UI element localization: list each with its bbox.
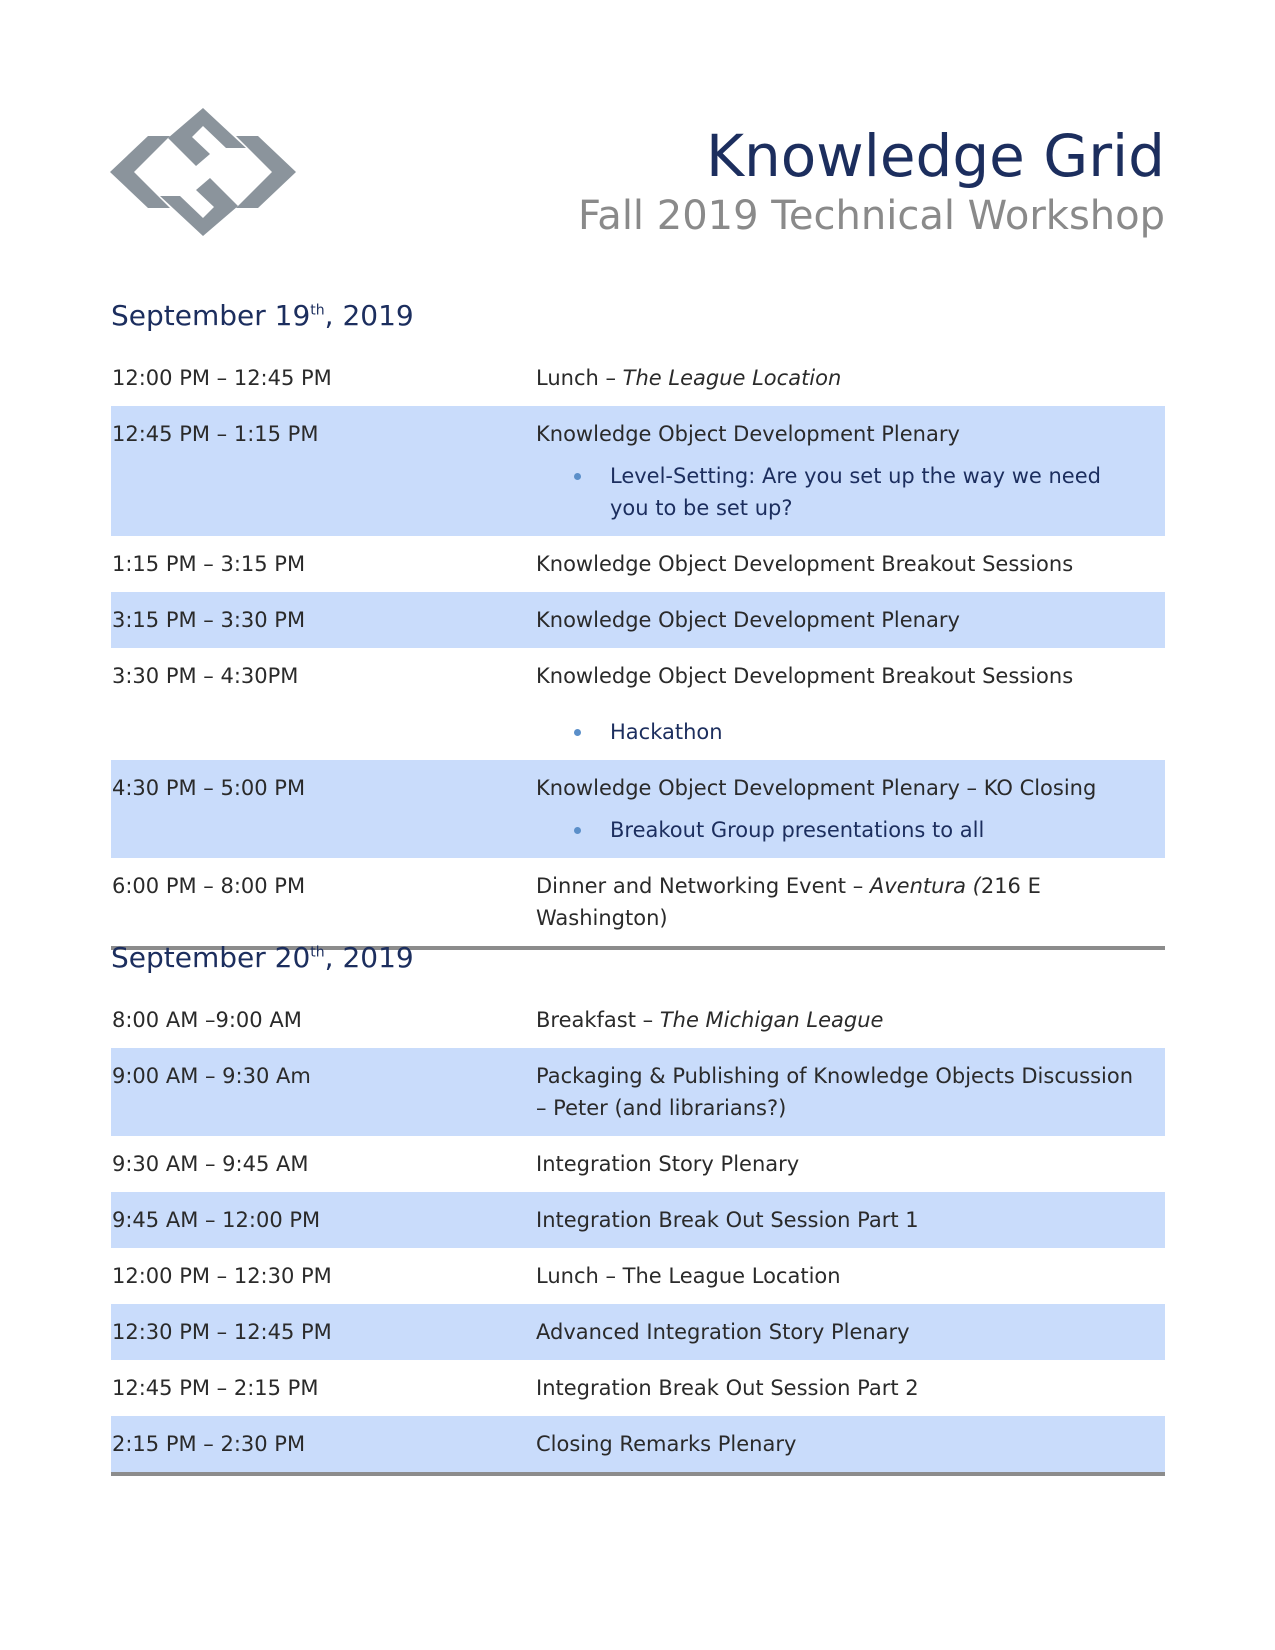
row-event: Dinner and Networking Event – Aventura (… xyxy=(536,870,1165,934)
row-time: 2:15 PM – 2:30 PM xyxy=(112,1432,306,1456)
row-time: 1:15 PM – 3:15 PM xyxy=(112,552,306,576)
event-location: Aventura ( xyxy=(869,874,981,898)
row-time: 6:00 PM – 8:00 PM xyxy=(112,874,306,898)
row-time: 12:45 PM – 2:15 PM xyxy=(112,1376,319,1400)
schedule-row: 12:45 PM – 2:15 PM Integration Break Out… xyxy=(111,1360,1165,1416)
page-subtitle: Fall 2019 Technical Workshop xyxy=(577,193,1165,239)
schedule-row: 9:45 AM – 12:00 PM Integration Break Out… xyxy=(111,1192,1165,1248)
row-event: Integration Break Out Session Part 1 xyxy=(536,1208,919,1232)
row-time: 9:30 AM – 9:45 AM xyxy=(112,1152,309,1176)
schedule-row: 4:30 PM – 5:00 PM Knowledge Object Devel… xyxy=(111,760,1165,858)
row-event: Knowledge Object Development Plenary xyxy=(536,608,960,632)
row-time: 12:00 PM – 12:45 PM xyxy=(112,366,332,390)
schedule-row: 12:00 PM – 12:30 PM Lunch – The League L… xyxy=(111,1248,1165,1304)
event-text: Knowledge Object Development Plenary xyxy=(536,422,960,446)
row-event: Knowledge Object Development Plenary – K… xyxy=(536,772,1165,846)
schedule-row: 2:15 PM – 2:30 PM Closing Remarks Plenar… xyxy=(111,1416,1165,1472)
schedule-row: 9:00 AM – 9:30 Am Packaging & Publishing… xyxy=(111,1048,1165,1136)
schedule-row: 12:45 PM – 1:15 PM Knowledge Object Deve… xyxy=(111,406,1165,536)
event-text: Breakfast – xyxy=(536,1008,660,1032)
title-block: Knowledge Grid Fall 2019 Technical Works… xyxy=(578,122,1165,242)
row-event: Integration Break Out Session Part 2 xyxy=(536,1376,919,1400)
day-heading-year: , 2019 xyxy=(324,299,414,332)
row-time: 12:45 PM – 1:15 PM xyxy=(112,422,319,446)
day-section-sept-20: September 20th, 2019 8:00 AM –9:00 AM Br… xyxy=(111,938,1165,1476)
day-heading: September 19th, 2019 xyxy=(111,296,1165,350)
row-event: Integration Story Plenary xyxy=(536,1152,800,1176)
row-event: Breakfast – The Michigan League xyxy=(536,1004,1165,1036)
event-bullet-list: Breakout Group presentations to all xyxy=(536,814,1141,846)
day-heading-ordinal: th xyxy=(310,944,325,961)
row-time: 12:30 PM – 12:45 PM xyxy=(112,1320,332,1344)
event-text: Lunch – xyxy=(536,366,623,390)
section-divider xyxy=(111,1472,1165,1476)
day-heading-year: , 2019 xyxy=(324,941,414,974)
event-text: Knowledge Object Development Breakout Se… xyxy=(536,664,1074,688)
schedule-row: 8:00 AM –9:00 AM Breakfast – The Michiga… xyxy=(111,992,1165,1048)
row-time: 9:00 AM – 9:30 Am xyxy=(112,1064,311,1088)
row-event: Knowledge Object Development Breakout Se… xyxy=(536,660,1165,748)
event-location: The Michigan League xyxy=(659,1008,884,1032)
list-item: Level-Setting: Are you set up the way we… xyxy=(536,460,1141,524)
list-item: Breakout Group presentations to all xyxy=(536,814,1141,846)
schedule-row: 1:15 PM – 3:15 PM Knowledge Object Devel… xyxy=(111,536,1165,592)
kgrid-logo-icon xyxy=(110,108,296,236)
event-bullet-list: Level-Setting: Are you set up the way we… xyxy=(536,460,1141,524)
day-section-sept-19: September 19th, 2019 12:00 PM – 12:45 PM… xyxy=(111,296,1165,950)
row-event: Lunch – The League Location xyxy=(536,1264,841,1288)
row-time: 12:00 PM – 12:30 PM xyxy=(112,1264,332,1288)
schedule-row: 9:30 AM – 9:45 AM Integration Story Plen… xyxy=(111,1136,1165,1192)
row-event: Knowledge Object Development Breakout Se… xyxy=(536,552,1074,576)
row-event: Closing Remarks Plenary xyxy=(536,1432,797,1456)
page-title: Knowledge Grid xyxy=(706,122,1165,190)
row-event: Lunch – The League Location xyxy=(536,362,1165,394)
day-heading-ordinal: th xyxy=(310,302,325,319)
event-location: The League Location xyxy=(622,366,842,390)
schedule-row: 3:15 PM – 3:30 PM Knowledge Object Devel… xyxy=(111,592,1165,648)
row-event: Knowledge Object Development Plenary Lev… xyxy=(536,418,1165,524)
event-text: Dinner and Networking Event – xyxy=(536,874,870,898)
day-heading-date: September 20 xyxy=(111,941,311,974)
day-heading-date: September 19 xyxy=(111,299,311,332)
day-heading: September 20th, 2019 xyxy=(111,938,1165,992)
schedule-row: 3:30 PM – 4:30PM Knowledge Object Develo… xyxy=(111,648,1165,760)
row-event: Packaging & Publishing of Knowledge Obje… xyxy=(536,1064,1134,1120)
row-time: 4:30 PM – 5:00 PM xyxy=(112,776,306,800)
schedule-row: 12:00 PM – 12:45 PM Lunch – The League L… xyxy=(111,350,1165,406)
row-time: 8:00 AM –9:00 AM xyxy=(112,1008,302,1032)
row-event: Advanced Integration Story Plenary xyxy=(536,1320,910,1344)
row-time: 3:15 PM – 3:30 PM xyxy=(112,608,306,632)
event-bullet-list: Hackathon xyxy=(536,716,1141,748)
event-text: Knowledge Object Development Plenary – K… xyxy=(536,776,1097,800)
schedule-row: 12:30 PM – 12:45 PM Advanced Integration… xyxy=(111,1304,1165,1360)
row-time: 3:30 PM – 4:30PM xyxy=(112,664,299,688)
schedule-row: 6:00 PM – 8:00 PM Dinner and Networking … xyxy=(111,858,1165,946)
row-time: 9:45 AM – 12:00 PM xyxy=(112,1208,321,1232)
list-item: Hackathon xyxy=(536,716,1141,748)
